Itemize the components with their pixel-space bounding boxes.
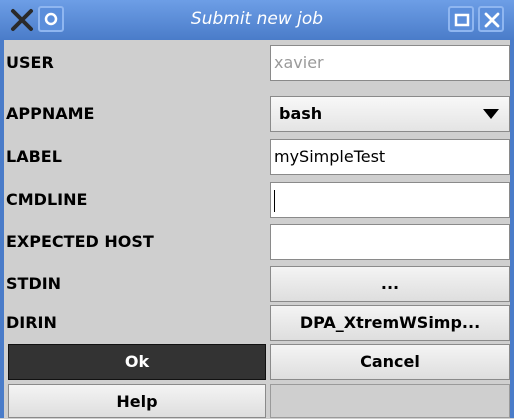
stdin-row: STDIN ... [4, 263, 510, 305]
label-label: LABEL [4, 136, 266, 178]
maximize-icon[interactable] [448, 6, 474, 32]
submit-job-dialog: Submit new job USER xavier APPNAME bash … [0, 0, 514, 418]
cmdline-field[interactable] [270, 182, 510, 218]
cancel-button[interactable]: Cancel [270, 344, 510, 380]
appname-label: APPNAME [4, 93, 266, 135]
title-bar: Submit new job [0, 0, 514, 40]
expected-host-label: EXPECTED HOST [4, 221, 266, 263]
text-cursor [274, 189, 275, 212]
help-button[interactable]: Help [8, 384, 266, 418]
user-row: USER xavier [4, 42, 510, 84]
chevron-down-icon [483, 109, 499, 119]
dirin-row: DIRIN DPA_XtremWSimp... [4, 302, 510, 344]
expected-host-field[interactable] [270, 224, 510, 260]
appname-value: bash [279, 104, 323, 123]
appname-row: APPNAME bash [4, 93, 510, 135]
stdin-label: STDIN [4, 263, 266, 305]
user-label: USER [4, 42, 266, 84]
window-title: Submit new job [190, 9, 324, 29]
dirin-label: DIRIN [4, 302, 266, 344]
empty-cell [270, 384, 510, 418]
label-row: LABEL mySimpleTest [4, 136, 510, 178]
close-icon[interactable] [478, 6, 504, 32]
stdin-browse-button[interactable]: ... [270, 266, 510, 302]
cmdline-row: CMDLINE [4, 179, 510, 221]
appname-select[interactable]: bash [270, 96, 510, 132]
user-field: xavier [270, 45, 510, 81]
cmdline-label: CMDLINE [4, 179, 266, 221]
ok-button[interactable]: Ok [8, 344, 266, 380]
expected-host-row: EXPECTED HOST [4, 221, 510, 263]
dirin-browse-button[interactable]: DPA_XtremWSimp... [270, 305, 510, 341]
label-field[interactable]: mySimpleTest [270, 139, 510, 175]
